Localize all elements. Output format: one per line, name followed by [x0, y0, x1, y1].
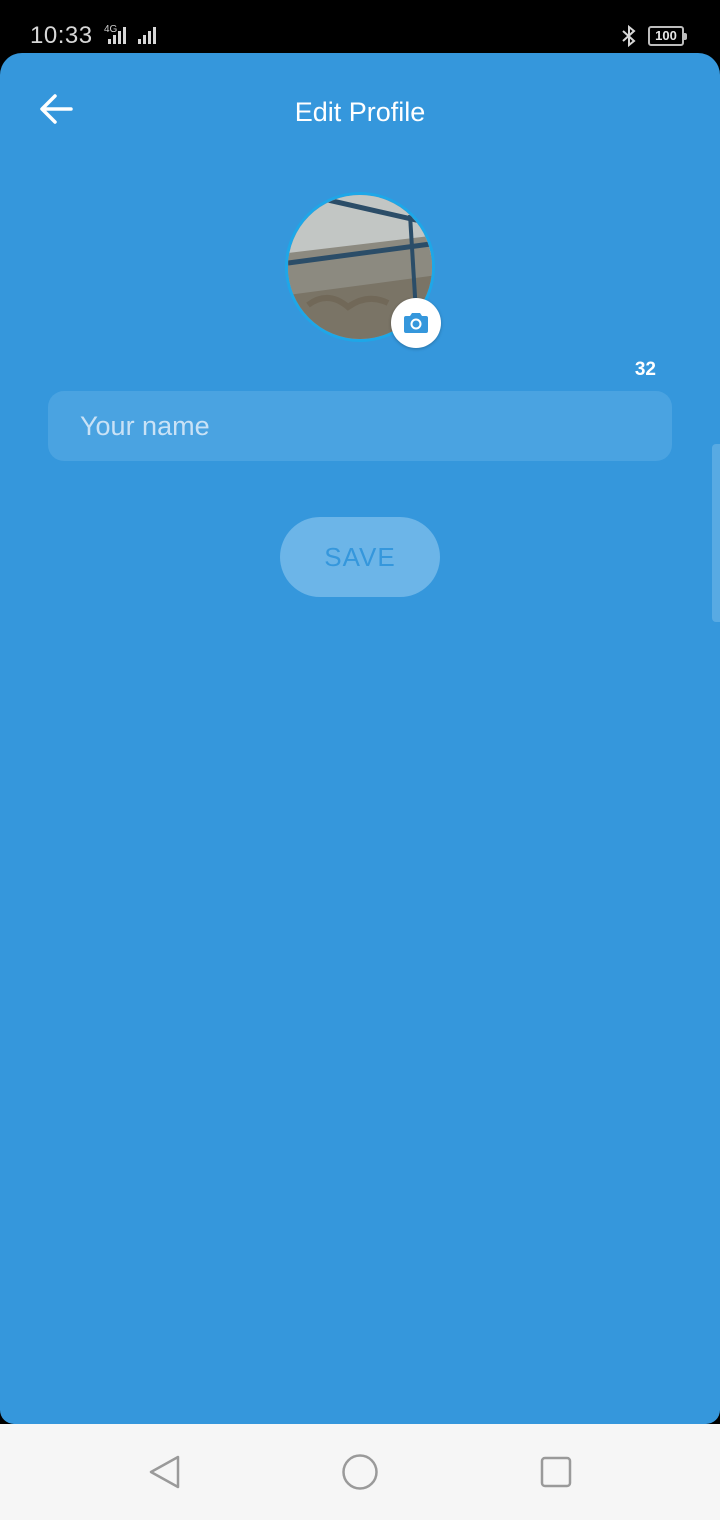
change-photo-button[interactable]: [391, 298, 441, 348]
avatar-container: [285, 192, 441, 348]
save-button[interactable]: SAVE: [280, 517, 440, 597]
edit-profile-screen: Edit Profile 32 SAVE: [0, 53, 720, 1424]
scrollbar[interactable]: [712, 444, 720, 622]
status-bar: 10:33 4G 100: [0, 0, 720, 56]
page-title: Edit Profile: [294, 97, 426, 127]
bluetooth-icon: [622, 24, 636, 48]
nav-home-button[interactable]: [340, 1452, 380, 1492]
square-recents-icon: [540, 1456, 572, 1488]
circle-home-icon: [342, 1454, 378, 1490]
nav-recents-button[interactable]: [536, 1452, 576, 1492]
nav-back-button[interactable]: [144, 1452, 184, 1492]
status-time: 10:33: [30, 22, 93, 49]
signal-icon-secondary: [138, 26, 156, 44]
signal-icon: [108, 26, 126, 44]
name-input[interactable]: [48, 391, 672, 461]
camera-icon: [404, 313, 428, 333]
battery-icon: 100: [648, 26, 687, 46]
system-nav-bar: [0, 1424, 720, 1520]
character-counter: 32: [634, 359, 656, 380]
triangle-back-icon: [149, 1455, 180, 1489]
